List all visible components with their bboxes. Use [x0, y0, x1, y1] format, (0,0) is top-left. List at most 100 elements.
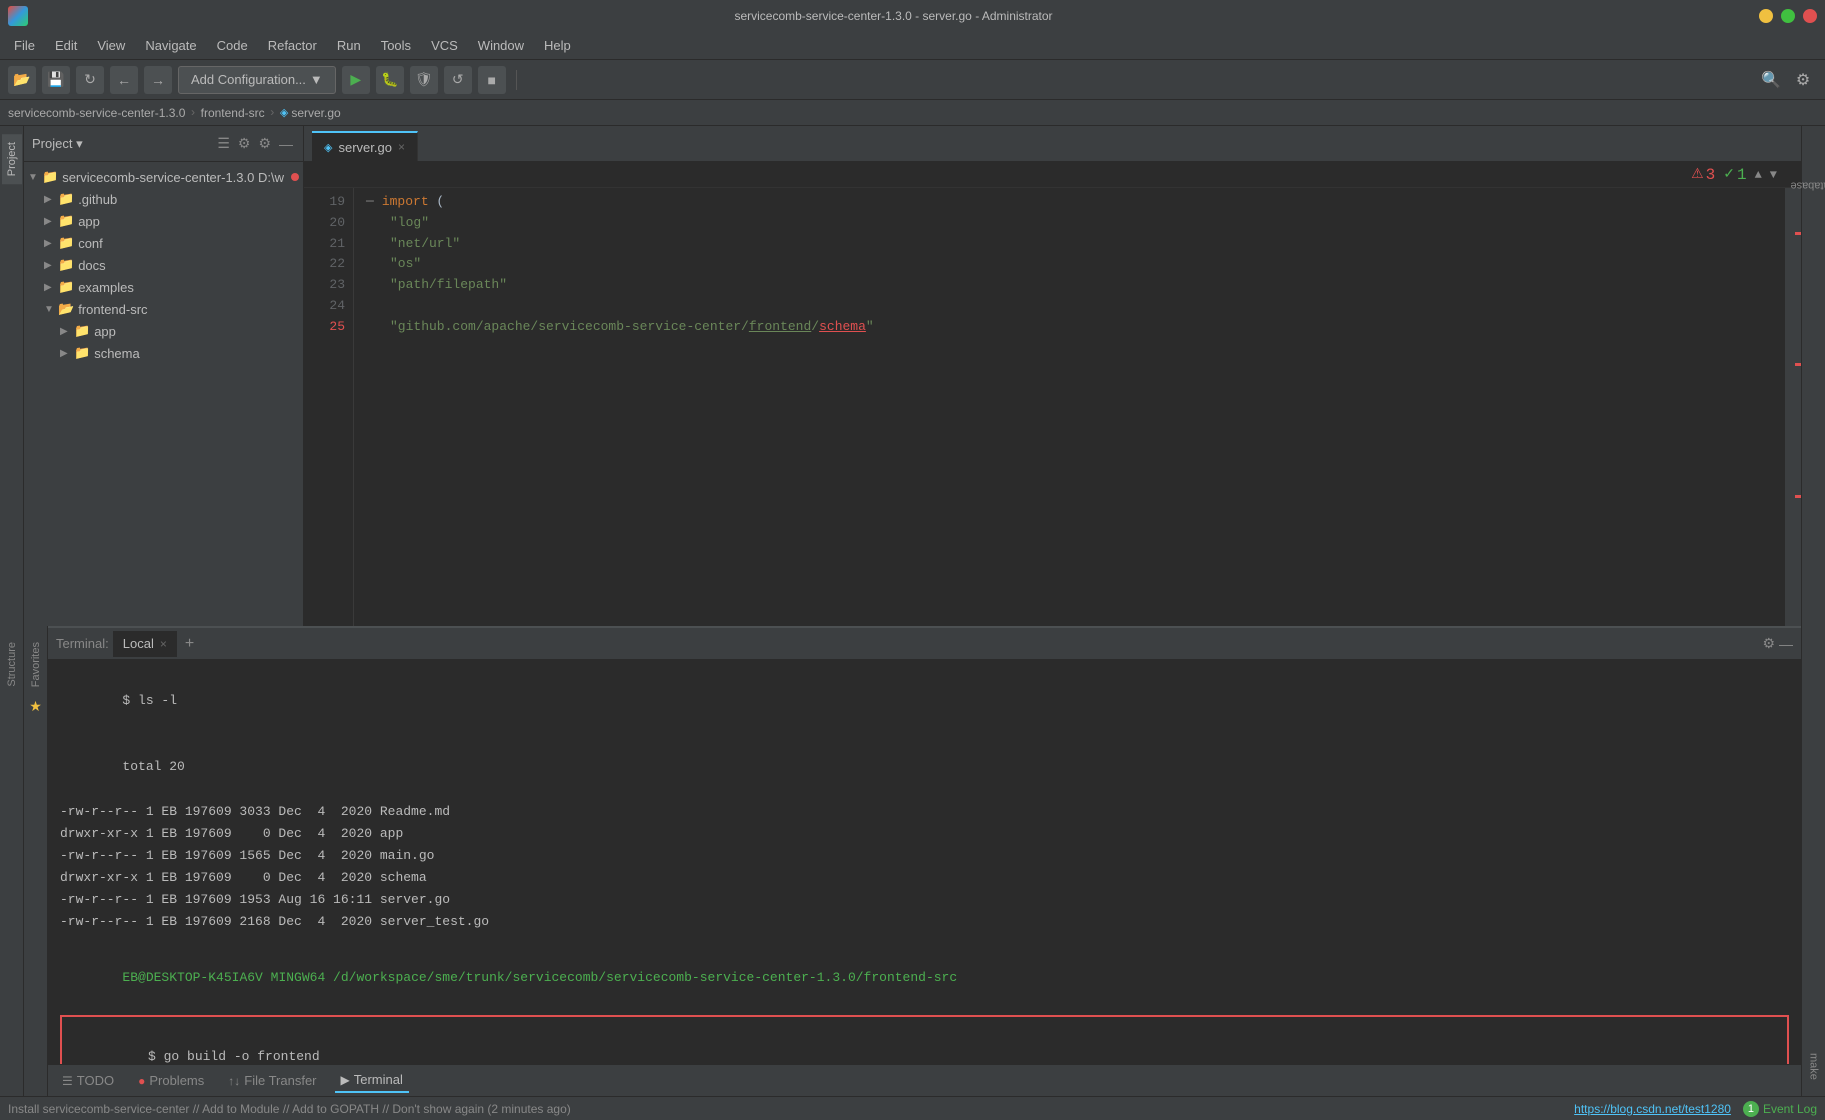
add-configuration-button[interactable]: Add Configuration... ▼ [178, 66, 336, 94]
favorites-side-panel: Favorites ★ [24, 626, 48, 1096]
terminal-tab-local[interactable]: Local × [113, 631, 177, 657]
line-num-19: 19 [304, 192, 345, 213]
bottom-layout: Structure Favorites ★ Terminal: Local × … [0, 626, 1825, 1096]
tree-item-frontend-src[interactable]: ▼ 📂 frontend-src [24, 298, 303, 320]
nav-down-arrow[interactable]: ▼ [1770, 168, 1777, 182]
open-file-button[interactable]: 📂 [8, 66, 36, 94]
minimize-button[interactable]: ─ [1759, 9, 1773, 23]
code-line-21: "net/url" [366, 234, 1773, 255]
save-button[interactable]: 💾 [42, 66, 70, 94]
tree-item-frontend-app[interactable]: ▶ 📁 app [24, 320, 303, 342]
bottom-tab-problems[interactable]: ● Problems [132, 1069, 210, 1092]
forward-button[interactable]: → [144, 66, 172, 94]
code-line-23: "path/filepath" [366, 275, 1773, 296]
side-tab-project[interactable]: Project [2, 134, 22, 184]
breadcrumb-project[interactable]: servicecomb-service-center-1.3.0 [8, 106, 185, 120]
star-icon: ★ [29, 699, 42, 716]
favorites-tab[interactable]: Favorites [26, 634, 46, 695]
terminal-settings-button[interactable]: ⚙ [1762, 635, 1775, 652]
close-button[interactable]: × [1803, 9, 1817, 23]
menu-code[interactable]: Code [207, 34, 258, 57]
make-side-panel: make [1801, 626, 1825, 1096]
menu-bar: File Edit View Navigate Code Refactor Ru… [0, 32, 1825, 60]
project-settings[interactable]: ⚙ [236, 133, 253, 154]
warn-count: ✓ 1 [1723, 166, 1746, 184]
nav-up-arrow[interactable]: ▲ [1755, 168, 1762, 182]
error-mark-1 [1795, 232, 1801, 235]
side-tab-database[interactable]: Database [1782, 176, 1825, 196]
menu-edit[interactable]: Edit [45, 34, 87, 57]
back-button[interactable]: ← [110, 66, 138, 94]
stop-button[interactable]: ■ [478, 66, 506, 94]
window-controls[interactable]: ─ □ × [1759, 9, 1817, 23]
menu-refactor[interactable]: Refactor [258, 34, 327, 57]
tree-item-conf[interactable]: ▶ 📁 conf [24, 232, 303, 254]
sync-button[interactable]: ↻ [76, 66, 104, 94]
tree-root[interactable]: ▼ 📁 servicecomb-service-center-1.3.0 D:\… [24, 166, 303, 188]
make-tab[interactable]: make [1804, 1045, 1824, 1088]
status-right: https://blog.csdn.net/test1280 1 Event L… [1574, 1101, 1817, 1117]
term-prompt1: EB@DESKTOP-K45IA6V MINGW64 /d/workspace/… [60, 945, 1789, 1011]
editor-scrollbar[interactable] [1785, 188, 1801, 626]
error-count-area: ⚠ 3 ✓ 1 ▲ ▼ [1691, 166, 1777, 184]
terminal-content[interactable]: $ ls -l total 20 -rw-r--r-- 1 EB 197609 … [48, 660, 1801, 1064]
project-panel: Project ▾ ☰ ⚙ ⚙ — ▼ 📁 servicecomb-servic… [24, 126, 304, 626]
terminal-add-button[interactable]: + [181, 635, 198, 653]
rerun-button[interactable]: ↺ [444, 66, 472, 94]
breadcrumb-folder[interactable]: frontend-src [201, 106, 265, 120]
error-indicator [291, 173, 299, 181]
term-total: total 20 [60, 734, 1789, 800]
line-num-24: 24 [304, 296, 345, 317]
project-close[interactable]: — [277, 134, 295, 154]
menu-help[interactable]: Help [534, 34, 581, 57]
terminal-tab-close[interactable]: × [160, 637, 167, 651]
term-file-3: drwxr-xr-x 1 EB 197609 0 Dec 4 2020 sche… [60, 867, 1789, 889]
menu-run[interactable]: Run [327, 34, 371, 57]
error-mark-3 [1795, 495, 1801, 498]
terminal-label: Terminal: [56, 636, 109, 651]
terminal-right-buttons: ⚙ — [1762, 635, 1793, 652]
term-file-1: drwxr-xr-x 1 EB 197609 0 Dec 4 2020 app [60, 823, 1789, 845]
terminal-minimize-button[interactable]: — [1779, 635, 1793, 652]
structure-tab[interactable]: Structure [2, 634, 22, 695]
editor-tab-server-go[interactable]: ◈ server.go × [312, 131, 418, 161]
tree-item-docs[interactable]: ▶ 📁 docs [24, 254, 303, 276]
error-count: ⚠ 3 [1691, 166, 1715, 184]
project-gear[interactable]: ⚙ [256, 133, 273, 154]
status-link[interactable]: https://blog.csdn.net/test1280 [1574, 1102, 1731, 1116]
line-num-22: 22 [304, 254, 345, 275]
toolbar-search-button[interactable]: 🔍 [1757, 66, 1785, 94]
menu-navigate[interactable]: Navigate [135, 34, 206, 57]
menu-view[interactable]: View [87, 34, 135, 57]
tree-item-github[interactable]: ▶ 📁 .github [24, 188, 303, 210]
tree-item-app[interactable]: ▶ 📁 app [24, 210, 303, 232]
coverage-button[interactable]: 🛡 [410, 66, 438, 94]
line-numbers: 19 20 21 22 23 24 25 [304, 188, 354, 626]
menu-vcs[interactable]: VCS [421, 34, 468, 57]
code-line-19: ─ import ( [366, 192, 1773, 213]
debug-button[interactable]: 🐛 [376, 66, 404, 94]
maximize-button[interactable]: □ [1781, 9, 1795, 23]
menu-window[interactable]: Window [468, 34, 534, 57]
bottom-tab-todo[interactable]: ☰ TODO [56, 1069, 120, 1092]
editor-tabs: ◈ server.go × [304, 126, 1801, 162]
bottom-tab-file-transfer[interactable]: ↑↓ File Transfer [222, 1069, 322, 1092]
tree-item-examples[interactable]: ▶ 📁 examples [24, 276, 303, 298]
term-spacer [60, 933, 1789, 945]
menu-file[interactable]: File [4, 34, 45, 57]
code-line-24 [366, 296, 1773, 317]
bottom-tab-terminal[interactable]: ▶ Terminal [335, 1068, 409, 1093]
tree-item-frontend-schema[interactable]: ▶ 📁 schema [24, 342, 303, 364]
title-bar: servicecomb-service-center-1.3.0 - serve… [0, 0, 1825, 32]
event-log[interactable]: 1 Event Log [1743, 1101, 1817, 1117]
project-collapse-all[interactable]: ☰ [215, 133, 232, 154]
toolbar-settings-button[interactable]: ⚙ [1789, 66, 1817, 94]
line-num-20: 20 [304, 213, 345, 234]
error-strip [1795, 188, 1801, 626]
code-content[interactable]: ─ import ( "log" "net/url" "os" "p [354, 188, 1785, 626]
tab-close-button[interactable]: × [398, 140, 405, 154]
breadcrumb-file[interactable]: ◈ server.go [280, 106, 341, 120]
go-file-icon: ◈ [280, 106, 288, 119]
run-button[interactable]: ▶ [342, 66, 370, 94]
menu-tools[interactable]: Tools [371, 34, 421, 57]
